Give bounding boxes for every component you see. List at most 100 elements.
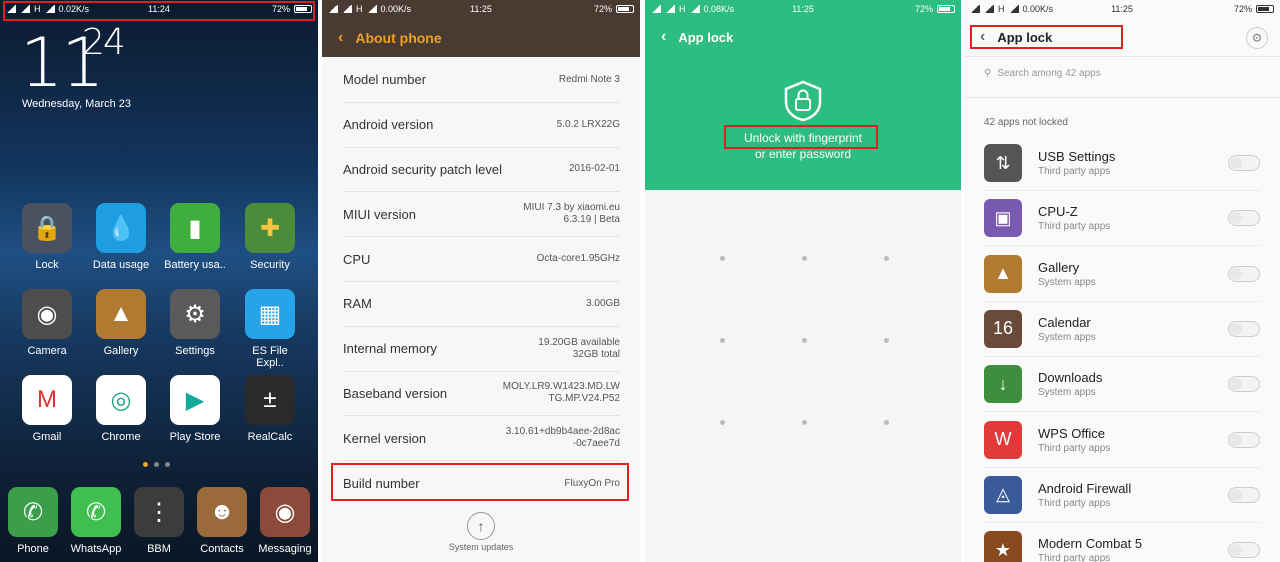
- lock-toggle[interactable]: [1228, 542, 1260, 559]
- info-row-cpu[interactable]: CPU Octa-core1.95GHz: [343, 237, 620, 282]
- app-category: System apps: [1038, 331, 1096, 343]
- info-row-internal-memory[interactable]: Internal memory 19.20GB available 32GB tot…: [343, 327, 620, 372]
- battery-icon: [1255, 5, 1274, 13]
- dock-contacts[interactable]: ☻ Contacts: [189, 487, 255, 555]
- app-category: Third party apps: [1038, 497, 1111, 509]
- pattern-dot[interactable]: [802, 338, 807, 343]
- pattern-dot[interactable]: [802, 420, 807, 425]
- info-value-line: 19.20GB available: [538, 336, 620, 348]
- app-play-store[interactable]: ▶ Play Store: [162, 375, 228, 443]
- search-input[interactable]: ⚲ Search among 42 apps: [984, 68, 1101, 79]
- app-data-usage[interactable]: 💧 Data usage: [88, 203, 154, 271]
- status-bar: H 0.08K/s 11:25 72%: [645, 0, 961, 18]
- net-speed: 0.08K/s: [703, 4, 735, 14]
- app-label: WhatsApp: [70, 543, 122, 555]
- info-value: MOLY.LR9.W1423.MD.LW TG.MP.V24.P52: [503, 381, 620, 405]
- info-value: 5.0.2 LRX22G: [557, 119, 620, 131]
- pattern-dot[interactable]: [884, 420, 889, 425]
- info-row-android-security-patch-level[interactable]: Android security patch level 2016-02-01: [343, 148, 620, 193]
- app-security[interactable]: ✚ Security: [237, 203, 303, 271]
- info-row-miui-version[interactable]: MIUI version MIUI 7.3 by xiaomi.eu 6.3.19 …: [343, 192, 620, 238]
- app-gmail[interactable]: M Gmail: [14, 375, 80, 443]
- settings-gear-button[interactable]: ⚙: [1246, 27, 1268, 49]
- lock-toggle[interactable]: [1228, 265, 1260, 282]
- status-bar: H 0.00K/s 11:25 72%: [964, 0, 1280, 18]
- net-speed: 0.00K/s: [380, 4, 412, 14]
- whatsapp-icon: ✆: [71, 487, 121, 537]
- info-key: RAM: [343, 296, 372, 312]
- pattern-dot[interactable]: [802, 256, 807, 261]
- shield-plus-icon: ✚: [245, 203, 295, 253]
- app-gallery[interactable]: ▲ Gallery: [88, 289, 154, 357]
- app-name: Calendar: [1038, 314, 1091, 330]
- app-label: ES File Expl..: [252, 345, 288, 369]
- app-label: Messaging: [258, 543, 312, 555]
- battery-percent: 72%: [914, 4, 933, 14]
- pattern-dot[interactable]: [884, 338, 889, 343]
- app-name: USB Settings: [1038, 149, 1116, 164]
- app-chrome[interactable]: ◎ Chrome: [88, 375, 154, 443]
- lock-toggle[interactable]: [1228, 210, 1260, 227]
- app-battery-usa[interactable]: ▮ Battery usa..: [162, 203, 228, 271]
- pattern-dot[interactable]: [720, 338, 725, 343]
- info-row-model-number[interactable]: Model number Redmi Note 3: [343, 58, 620, 103]
- camera-icon: ◉: [22, 289, 72, 339]
- app-settings[interactable]: ⚙ Settings: [162, 289, 228, 357]
- play-store-icon: ▶: [170, 375, 220, 425]
- search-icon: ⚲: [984, 68, 992, 79]
- info-key: Android security patch level: [343, 161, 502, 177]
- dock-messaging[interactable]: ◉ Messaging: [252, 487, 318, 555]
- page-indicator: [143, 462, 170, 467]
- app-camera[interactable]: ◉ Camera: [14, 289, 80, 357]
- app-label: Data usage: [92, 259, 150, 271]
- app-lock[interactable]: 🔒 Lock: [14, 203, 80, 271]
- dock-phone[interactable]: ✆ Phone: [0, 487, 66, 555]
- dock-bbm[interactable]: ⋮ BBM: [126, 487, 192, 555]
- action-bar: ‹ About phone: [322, 18, 640, 57]
- pattern-dot[interactable]: [884, 256, 889, 261]
- app-lock-row[interactable]: ▣ CPU-Z Third party apps: [984, 191, 1260, 247]
- back-arrow-icon[interactable]: ‹: [338, 29, 343, 47]
- info-row-kernel-version[interactable]: Kernel version 3.10.61+db9b4aee-2d8ac -0c7…: [343, 416, 620, 462]
- status-time: 11:25: [470, 4, 492, 14]
- app-lock-row[interactable]: 16 Calendar System apps: [984, 302, 1260, 357]
- battery-icon: [615, 5, 634, 13]
- pattern-dot[interactable]: [720, 420, 725, 425]
- gallery-icon: ▲: [984, 254, 1022, 293]
- app-name: Android Firewall: [1038, 480, 1132, 496]
- net-speed: 0.00K/s: [1022, 4, 1054, 14]
- app-realcalc[interactable]: ± RealCalc: [237, 375, 303, 443]
- lock-toggle[interactable]: [1228, 155, 1260, 171]
- system-updates-label: System updates: [448, 542, 514, 552]
- app-lock-row[interactable]: ↓ Downloads System apps: [984, 357, 1260, 413]
- info-key: Internal memory: [343, 341, 437, 357]
- highlight-box: [724, 125, 878, 149]
- info-row-android-version[interactable]: Android version 5.0.2 LRX22G: [343, 103, 620, 148]
- app-lock-row[interactable]: ★ Modern Combat 5 Third party apps: [984, 523, 1260, 562]
- lock-toggle[interactable]: [1228, 486, 1260, 503]
- gear-icon: ⚙: [170, 289, 220, 339]
- info-row-baseband-version[interactable]: Baseband version MOLY.LR9.W1423.MD.LW TG.M…: [343, 372, 620, 417]
- app-label: Chrome: [101, 431, 141, 443]
- app-es-file-expl[interactable]: ▦ ES File Expl..: [237, 289, 303, 369]
- app-lock-row[interactable]: ◬ Android Firewall Third party apps: [984, 468, 1260, 523]
- wps-icon: W: [984, 420, 1022, 459]
- battery-percent: 72%: [1233, 4, 1252, 14]
- info-value: 2016-02-01: [569, 163, 620, 175]
- game-icon: ★: [984, 531, 1022, 562]
- dock-whatsapp[interactable]: ✆ WhatsApp: [63, 487, 129, 555]
- lock-toggle[interactable]: [1228, 431, 1260, 448]
- system-updates-button[interactable]: ↑ System updates: [322, 512, 640, 552]
- lock-toggle[interactable]: [1228, 376, 1260, 393]
- pattern-dot[interactable]: [720, 256, 725, 261]
- app-category: Third party apps: [1038, 442, 1111, 454]
- clock-widget[interactable]: 11 24: [20, 22, 126, 103]
- lock-toggle[interactable]: [1228, 320, 1260, 337]
- app-lock-row[interactable]: ▲ Gallery System apps: [984, 247, 1260, 302]
- info-row-ram[interactable]: RAM 3.00GB: [343, 282, 620, 327]
- back-arrow-icon[interactable]: ‹: [661, 28, 666, 46]
- info-key: Android version: [343, 117, 434, 133]
- date-label: Wednesday, March 23: [22, 98, 132, 110]
- app-lock-row[interactable]: ⇅ USB Settings Third party apps: [984, 136, 1260, 191]
- app-lock-row[interactable]: W WPS Office Third party apps: [984, 413, 1260, 468]
